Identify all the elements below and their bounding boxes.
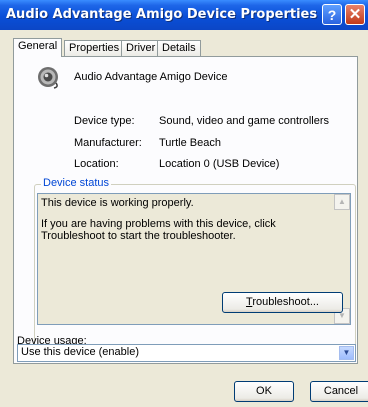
troubleshoot-button[interactable]: Troubleshoot... (222, 292, 343, 313)
device-type-label: Device type: (74, 115, 135, 127)
general-tab-panel: Audio Advantage Amigo Device Device type… (13, 56, 358, 364)
ok-button[interactable]: OK (234, 381, 294, 402)
device-status-title: Device status (41, 177, 112, 189)
location-label: Location: (74, 158, 119, 170)
device-usage-value: Use this device (enable) (21, 346, 140, 358)
close-icon: ✕ (348, 6, 362, 23)
device-status-text: This device is working properly. If you … (41, 197, 319, 251)
help-icon: ? (327, 7, 337, 23)
help-button[interactable]: ? (322, 4, 342, 25)
chevron-down-icon[interactable]: ▼ (339, 346, 354, 360)
window-title: Audio Advantage Amigo Device Properties (6, 7, 318, 22)
title-bar[interactable]: Audio Advantage Amigo Device Properties … (0, 0, 368, 30)
tab-driver[interactable]: Driver (121, 40, 161, 56)
manufacturer-label: Manufacturer: (74, 137, 142, 149)
troubleshoot-label: roubleshoot... (252, 296, 319, 308)
close-button[interactable]: ✕ (345, 4, 365, 25)
status-line-1: This device is working properly. (41, 197, 194, 209)
location-value: Location 0 (USB Device) (159, 158, 280, 170)
cancel-button[interactable]: Cancel (310, 381, 368, 402)
device-type-value: Sound, video and game controllers (159, 115, 329, 127)
tab-general[interactable]: General (13, 38, 63, 57)
manufacturer-value: Turtle Beach (159, 137, 221, 149)
device-name: Audio Advantage Amigo Device (74, 71, 228, 83)
properties-dialog: Audio Advantage Amigo Device Properties … (0, 0, 368, 407)
status-line-2: If you are having problems with this dev… (41, 218, 276, 242)
device-usage-select[interactable]: Use this device (enable) ▼ (17, 344, 356, 362)
tab-details[interactable]: Details (157, 40, 201, 56)
device-status-group: Device status This device is working pro… (34, 177, 356, 356)
scroll-up-button[interactable]: ▲ (334, 194, 350, 210)
tab-properties[interactable]: Properties (64, 40, 125, 56)
speaker-icon (38, 67, 58, 89)
